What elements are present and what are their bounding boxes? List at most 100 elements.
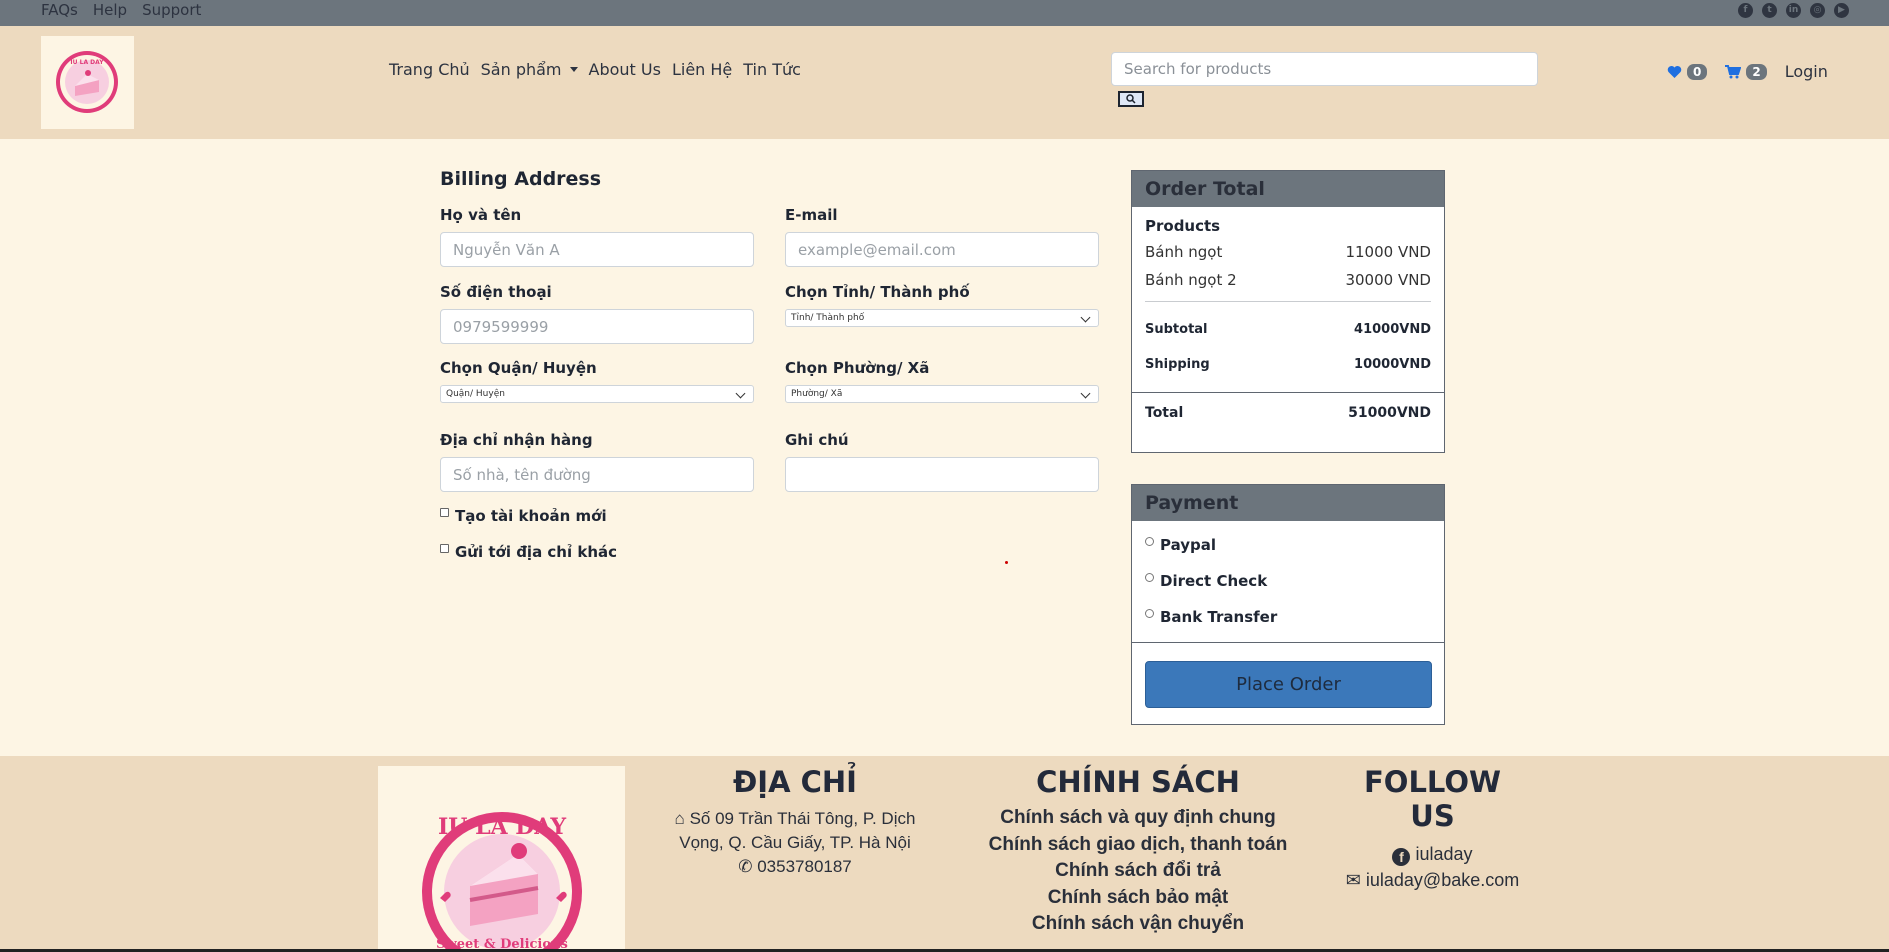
- footer-policies: CHÍNH SÁCH Chính sách và quy định chung …: [980, 765, 1296, 938]
- wishlist-count: 0: [1687, 63, 1708, 80]
- divider: [1132, 642, 1444, 643]
- shipping-value: 10000VND: [1354, 357, 1431, 372]
- facebook-link[interactable]: f iuladay: [1330, 841, 1535, 867]
- help-link[interactable]: Help: [93, 0, 127, 20]
- facebook-handle: iuladay: [1415, 844, 1473, 864]
- policy-link[interactable]: Chính sách và quy định chung: [980, 805, 1296, 832]
- note-group: Ghi chú: [785, 431, 1099, 492]
- logo[interactable]: IU LA DAY: [41, 36, 134, 129]
- fullname-input[interactable]: [440, 232, 754, 267]
- follow-title-line-1: FOLLOW: [1363, 765, 1502, 799]
- create-account-label[interactable]: Tạo tài khoản mới: [455, 507, 607, 525]
- envelope-icon: ✉: [1345, 870, 1361, 890]
- login-link[interactable]: Login: [1785, 62, 1828, 81]
- payment-option-direct-check[interactable]: Direct Check: [1145, 563, 1431, 599]
- address-title: ĐỊA CHỈ: [733, 765, 857, 799]
- address-line-2: Vọng, Q. Cầu Giấy, TP. Hà Nội: [679, 833, 911, 852]
- district-select[interactable]: Quận/ Huyện: [440, 385, 754, 403]
- linkedin-icon[interactable]: in: [1786, 3, 1801, 18]
- payment-option-label: Direct Check: [1160, 572, 1268, 590]
- nav-news[interactable]: Tin Tức: [743, 60, 801, 79]
- home-icon: ⌂: [674, 809, 685, 828]
- chevron-down-icon: [735, 388, 746, 399]
- twitter-icon[interactable]: t: [1762, 3, 1777, 18]
- logo-image: IU LA DAY: [56, 51, 118, 113]
- payment-option-paypal[interactable]: Paypal: [1145, 527, 1431, 563]
- payment-card: Payment Paypal Direct Check Bank Transfe…: [1131, 484, 1445, 725]
- email-label: E-mail: [785, 206, 838, 224]
- heart-icon: [1667, 65, 1682, 78]
- policy-link[interactable]: Chính sách giao dịch, thanh toán: [980, 832, 1296, 859]
- billing-title: Billing Address: [440, 168, 602, 190]
- address-input[interactable]: [440, 457, 754, 492]
- youtube-icon[interactable]: ▶: [1834, 3, 1849, 18]
- district-label: Chọn Quận/ Huyện: [440, 359, 597, 377]
- order-item-price: 11000 VND: [1345, 243, 1431, 261]
- note-input[interactable]: [785, 457, 1099, 492]
- place-order-button[interactable]: Place Order: [1145, 661, 1432, 708]
- shipping-label: Shipping: [1145, 357, 1210, 372]
- ward-select[interactable]: Phường/ Xã: [785, 385, 1099, 403]
- email-input[interactable]: [785, 232, 1099, 267]
- order-total-title: Order Total: [1132, 171, 1444, 207]
- total-label: Total: [1145, 405, 1184, 421]
- nav-products[interactable]: Sản phẩm: [481, 60, 578, 79]
- address-line-1: Số 09 Trần Thái Tông, P. Dịch: [689, 809, 916, 828]
- shipping-row: Shipping 10000VND: [1145, 357, 1431, 372]
- province-select-value: Tỉnh/ Thành phố: [791, 313, 865, 323]
- nav-about[interactable]: About Us: [589, 60, 661, 79]
- ship-other-label[interactable]: Gửi tới địa chỉ khác: [455, 543, 617, 561]
- address-text: ⌂ Số 09 Trần Thái Tông, P. Dịch Vọng, Q.…: [660, 807, 930, 879]
- nav-home[interactable]: Trang Chủ: [389, 60, 470, 79]
- support-link[interactable]: Support: [142, 0, 201, 20]
- radio-direct-check[interactable]: [1145, 572, 1154, 582]
- address-label: Địa chỉ nhận hàng: [440, 431, 593, 449]
- products-label: Products: [1145, 217, 1221, 235]
- ship-other-checkbox[interactable]: [440, 543, 449, 553]
- total-row: Total 51000VND: [1132, 393, 1444, 421]
- wishlist-button[interactable]: 0: [1667, 63, 1708, 80]
- search-input[interactable]: [1111, 52, 1538, 86]
- create-account-checkbox[interactable]: [440, 507, 449, 517]
- facebook-icon[interactable]: f: [1738, 3, 1753, 18]
- phone-group: Số điện thoại: [440, 283, 754, 344]
- fullname-label: Họ và tên: [440, 206, 522, 224]
- facebook-icon: f: [1392, 848, 1411, 866]
- footer-logo[interactable]: IU LA DAY Sweet & Delicious: [378, 766, 625, 952]
- district-group: Chọn Quận/ Huyện Quận/ Huyện: [440, 359, 754, 403]
- subtotal-label: Subtotal: [1145, 322, 1208, 337]
- subtotal-value: 41000VND: [1354, 322, 1431, 337]
- policy-link[interactable]: Chính sách vận chuyển: [980, 911, 1296, 938]
- order-item: Bánh ngọt 2 30000 VND: [1145, 271, 1431, 289]
- policy-link[interactable]: Chính sách bảo mật: [980, 885, 1296, 912]
- order-item: Bánh ngọt 11000 VND: [1145, 243, 1431, 261]
- cart-icon: [1725, 64, 1742, 78]
- faqs-link[interactable]: FAQs: [41, 0, 78, 20]
- payment-option-label: Bank Transfer: [1160, 608, 1278, 626]
- divider: [1145, 301, 1431, 302]
- chevron-down-icon: [1080, 312, 1091, 323]
- instagram-icon[interactable]: ◎: [1810, 3, 1825, 18]
- email-group: E-mail: [785, 206, 1099, 267]
- order-item-name: Bánh ngọt 2: [1145, 271, 1237, 289]
- nav-contact[interactable]: Liên Hệ: [672, 60, 732, 79]
- payment-option-bank-transfer[interactable]: Bank Transfer: [1145, 599, 1431, 635]
- fullname-group: Họ và tên: [440, 206, 754, 267]
- radio-bank-transfer[interactable]: [1145, 608, 1154, 618]
- payment-title: Payment: [1132, 485, 1444, 521]
- search-button[interactable]: [1118, 91, 1144, 107]
- footer-logo-image: IU LA DAY Sweet & Delicious: [422, 812, 582, 952]
- policy-link[interactable]: Chính sách đổi trả: [980, 858, 1296, 885]
- province-select[interactable]: Tỉnh/ Thành phố: [785, 309, 1099, 327]
- subtotal-row: Subtotal 41000VND: [1145, 322, 1431, 337]
- address-group: Địa chỉ nhận hàng: [440, 431, 754, 492]
- order-total-card: Order Total Products Bánh ngọt 11000 VND…: [1131, 170, 1445, 453]
- payment-options: Paypal Direct Check Bank Transfer: [1132, 521, 1444, 635]
- cart-button[interactable]: 2: [1725, 63, 1767, 80]
- search-icon: [1126, 94, 1136, 104]
- radio-paypal[interactable]: [1145, 536, 1154, 546]
- email-link[interactable]: ✉ iuladay@bake.com: [1330, 867, 1535, 893]
- cart-count: 2: [1746, 63, 1767, 80]
- note-label: Ghi chú: [785, 431, 849, 449]
- phone-input[interactable]: [440, 309, 754, 344]
